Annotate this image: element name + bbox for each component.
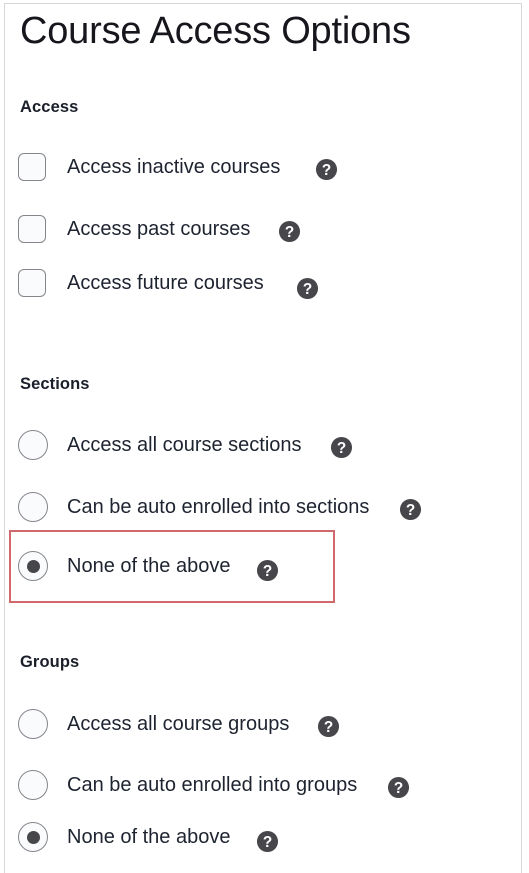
help-icon-access-all-course-sections[interactable]: ? — [330, 436, 353, 459]
svg-text:?: ? — [394, 779, 403, 796]
option-label-auto-enrolled-groups: Can be auto enrolled into groups — [67, 774, 358, 796]
option-label-access-future-courses: Access future courses — [67, 272, 264, 294]
section-header-sections: Sections — [20, 375, 90, 393]
svg-text:?: ? — [263, 563, 272, 580]
help-icon-access-future-courses[interactable]: ? — [296, 277, 319, 300]
help-icon-auto-enrolled-sections[interactable]: ? — [399, 498, 422, 521]
svg-text:?: ? — [336, 439, 345, 456]
radio-auto-enrolled-groups[interactable] — [18, 770, 48, 800]
option-row-sections-none-of-the-above[interactable]: None of the above ? — [18, 547, 279, 585]
radio-sections-none-of-the-above[interactable] — [18, 551, 48, 581]
svg-text:?: ? — [285, 223, 294, 240]
course-access-options-page: Course Access Options Access Access inac… — [0, 0, 529, 873]
help-icon-groups-none-of-the-above[interactable]: ? — [256, 830, 279, 853]
help-icon-sections-none-of-the-above[interactable]: ? — [256, 559, 279, 582]
option-row-access-future-courses[interactable]: Access future courses ? — [18, 264, 319, 302]
option-label-access-inactive-courses: Access inactive courses — [67, 156, 281, 178]
option-row-groups-none-of-the-above[interactable]: None of the above ? — [18, 818, 279, 856]
svg-text:?: ? — [406, 501, 415, 518]
option-row-auto-enrolled-sections[interactable]: Can be auto enrolled into sections ? — [18, 488, 422, 526]
svg-text:?: ? — [324, 718, 333, 735]
page-title: Course Access Options — [20, 10, 411, 52]
section-header-groups: Groups — [20, 653, 80, 671]
checkbox-access-future-courses[interactable] — [18, 269, 46, 297]
svg-text:?: ? — [322, 161, 331, 178]
radio-auto-enrolled-sections[interactable] — [18, 492, 48, 522]
svg-text:?: ? — [303, 280, 312, 297]
svg-text:?: ? — [263, 834, 272, 851]
option-label-access-all-course-groups: Access all course groups — [67, 713, 290, 735]
checkbox-access-past-courses[interactable] — [18, 215, 46, 243]
option-label-access-all-course-sections: Access all course sections — [67, 434, 302, 456]
option-label-groups-none-of-the-above: None of the above — [67, 826, 231, 848]
help-icon-access-inactive-courses[interactable]: ? — [315, 158, 338, 181]
help-icon-auto-enrolled-groups[interactable]: ? — [387, 776, 410, 799]
option-row-access-inactive-courses[interactable]: Access inactive courses ? — [18, 148, 338, 186]
option-label-sections-none-of-the-above: None of the above — [67, 555, 231, 577]
help-icon-access-past-courses[interactable]: ? — [278, 220, 301, 243]
radio-groups-none-of-the-above[interactable] — [18, 822, 48, 852]
section-header-access: Access — [20, 98, 79, 116]
radio-access-all-course-sections[interactable] — [18, 430, 48, 460]
option-row-access-past-courses[interactable]: Access past courses ? — [18, 210, 301, 248]
radio-access-all-course-groups[interactable] — [18, 709, 48, 739]
option-row-access-all-course-sections[interactable]: Access all course sections ? — [18, 426, 353, 464]
help-icon-access-all-course-groups[interactable]: ? — [317, 715, 340, 738]
option-row-auto-enrolled-groups[interactable]: Can be auto enrolled into groups ? — [18, 766, 410, 804]
checkbox-access-inactive-courses[interactable] — [18, 153, 46, 181]
option-label-access-past-courses: Access past courses — [67, 218, 251, 240]
option-row-access-all-course-groups[interactable]: Access all course groups ? — [18, 705, 340, 743]
option-label-auto-enrolled-sections: Can be auto enrolled into sections — [67, 496, 370, 518]
